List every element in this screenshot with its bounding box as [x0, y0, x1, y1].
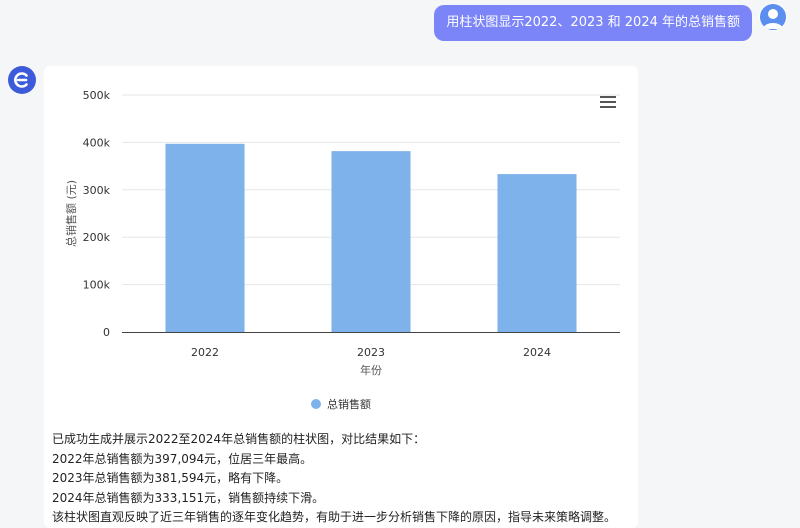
- bar-2024: [497, 174, 577, 332]
- answer-line: 2022年总销售额为397,094元，位居三年最高。: [52, 451, 313, 466]
- chart-legend[interactable]: 总销售额: [44, 396, 638, 412]
- x-tick-label: 2023: [357, 346, 385, 359]
- answer-text: 已成功生成并展示2022至2024年总销售额的柱状图，对比结果如下： 2022年…: [52, 430, 632, 528]
- y-tick-label: 200k: [83, 231, 111, 244]
- x-tick-label: 2024: [523, 346, 551, 359]
- answer-line: 已成功生成并展示2022至2024年总销售额的柱状图，对比结果如下：: [52, 432, 426, 446]
- y-tick-label: 300k: [83, 184, 111, 197]
- bar-2023: [331, 151, 411, 332]
- bar-chart: 0 100k 200k 300k 400k 500k 2022 2023 2024 年份 总销售额 …: [44, 66, 638, 416]
- y-tick-label: 100k: [83, 279, 111, 292]
- legend-marker: [311, 399, 321, 409]
- y-tick-label: 500k: [83, 89, 111, 102]
- chart-svg: 0 100k 200k 300k 400k 500k 2022 2023 2024 年份 总销售额 …: [64, 89, 620, 377]
- bot-logo-icon: [8, 66, 36, 94]
- bar-2022: [165, 143, 245, 332]
- x-tick-label: 2022: [191, 346, 219, 359]
- legend-label: 总销售额: [327, 398, 371, 411]
- user-message-bubble: 用柱状图显示2022、2023 和 2024 年的总销售额: [434, 5, 752, 41]
- hamburger-menu-icon[interactable]: [600, 96, 616, 110]
- answer-line: 2024年总销售额为333,151元，销售额持续下滑。: [52, 490, 325, 505]
- x-axis-title: 年份: [360, 363, 382, 377]
- user-message-text: 用柱状图显示2022、2023 和 2024 年的总销售额: [446, 15, 740, 30]
- y-axis-title: 总销售额 (元): [64, 180, 78, 247]
- answer-line: 2023年总销售额为381,594元，略有下降。: [52, 471, 289, 485]
- assistant-response-card: 0 100k 200k 300k 400k 500k 2022 2023 2024 年份 总销售额 …: [44, 66, 638, 528]
- y-tick-label: 0: [103, 326, 110, 339]
- y-tick-label: 400k: [83, 136, 111, 149]
- user-avatar-icon[interactable]: [759, 3, 787, 31]
- answer-line: 该柱状图直观反映了近三年销售的逐年变化趋势，有助于进一步分析销售下降的原因，指导…: [52, 510, 617, 524]
